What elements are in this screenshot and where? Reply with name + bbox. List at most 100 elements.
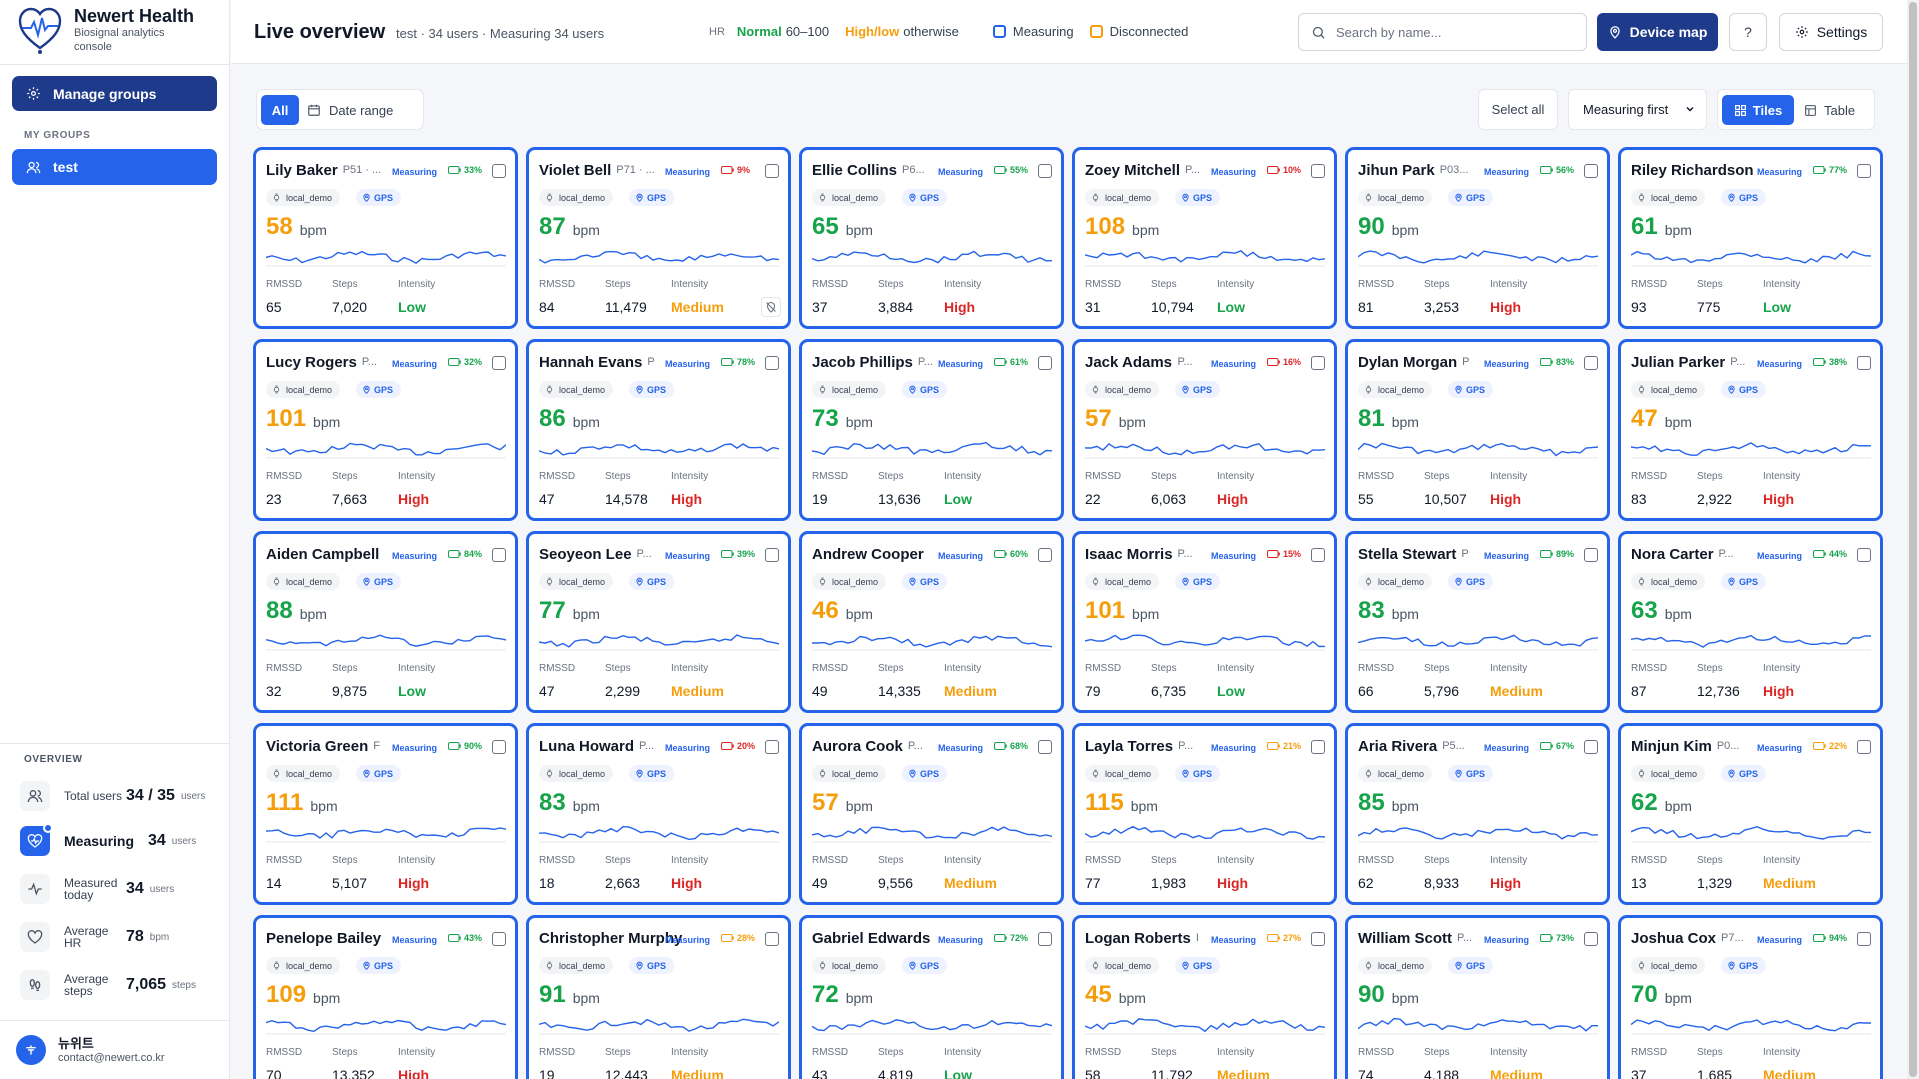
select-checkbox[interactable] (1038, 932, 1052, 946)
rmssd-label: RMSSD (812, 855, 849, 866)
user-card[interactable]: Andrew Cooper Measuring 60% local_demo GPS 46… (799, 531, 1064, 713)
settings-button[interactable]: Settings (1779, 13, 1883, 51)
heart-rate-value: 88 (266, 597, 293, 624)
battery-level: 60% (1010, 549, 1029, 559)
intensity-label: Intensity (1490, 471, 1528, 482)
search-input[interactable] (1336, 24, 1566, 40)
user-card[interactable]: Aiden Campbell Measuring 84% local_demo GPS 8… (253, 531, 518, 713)
user-card[interactable]: Luna Howard P... Measuring 20% local_demo GPS… (526, 723, 791, 905)
brand[interactable]: Newert Health Biosignal analytics consol… (16, 4, 194, 60)
user-card[interactable]: Nora Carter P... Measuring 44% local_demo GPS… (1618, 531, 1883, 713)
tiles-view-button[interactable]: Tiles (1722, 95, 1794, 125)
sort-select[interactable]: Measuring first (1568, 89, 1707, 130)
user-card[interactable]: Seoyeon Lee P... Measuring 39% local_demo GPS… (526, 531, 791, 713)
battery-level: 32% (464, 357, 483, 367)
select-checkbox[interactable] (1584, 356, 1598, 370)
user-card[interactable]: Ellie Collins P6... Measuring 55% local_demo… (799, 147, 1064, 329)
select-checkbox[interactable] (1857, 164, 1871, 178)
user-card[interactable]: Jack Adams P... Measuring 16% local_demo GPS 5… (1072, 339, 1337, 521)
gps-label: GPS (1466, 768, 1486, 779)
user-card[interactable]: Gabriel Edwards Measuring 72% local_demo GPS… (799, 915, 1064, 1079)
sparkline-container (265, 1014, 507, 1041)
sidebar-item-group-test[interactable]: test (12, 149, 217, 185)
select-checkbox[interactable] (492, 356, 506, 370)
watch-icon (273, 769, 280, 778)
select-checkbox[interactable] (1038, 740, 1052, 754)
overview-measuring: Measuring 34 users (20, 822, 220, 860)
user-card[interactable]: Christopher Murphy Measuring 28% local_demo… (526, 915, 791, 1079)
select-checkbox[interactable] (1584, 740, 1598, 754)
user-card[interactable]: Lucy Rogers P... Measuring 32% local_demo GPS… (253, 339, 518, 521)
user-card[interactable]: Aria Rivera P5... Measuring 67% local_demo GP… (1345, 723, 1610, 905)
user-card[interactable]: Isaac Morris P... Measuring 15% local_demo GP… (1072, 531, 1337, 713)
user-card[interactable]: Violet Bell P71 · ... Measuring 9% local_dem… (526, 147, 791, 329)
select-checkbox[interactable] (492, 548, 506, 562)
steps-value: 2,663 (605, 875, 641, 891)
battery-icon (994, 550, 1007, 558)
intensity-label: Intensity (1217, 279, 1255, 290)
date-range-button[interactable]: Date range (307, 95, 393, 125)
intensity-value: High (1490, 299, 1522, 315)
manage-groups-button[interactable]: Manage groups (12, 76, 217, 111)
steps-label: Steps (605, 855, 631, 866)
user-card[interactable]: Minjun Kim P0... Measuring 22% local_demo GPS… (1618, 723, 1883, 905)
select-checkbox[interactable] (1038, 548, 1052, 562)
steps-label: Steps (1697, 855, 1723, 866)
select-all-button[interactable]: Select all (1478, 89, 1558, 130)
user-card[interactable]: Lily Baker P51 · ... Measuring 33% local_dem… (253, 147, 518, 329)
select-checkbox[interactable] (1857, 356, 1871, 370)
select-checkbox[interactable] (492, 164, 506, 178)
select-checkbox[interactable] (1311, 740, 1325, 754)
select-checkbox[interactable] (765, 548, 779, 562)
filter-all-button[interactable]: All (261, 95, 299, 125)
user-card[interactable]: Dylan Morgan P Measuring 83% local_demo GPS 81… (1345, 339, 1610, 521)
page-scrollbar[interactable] (1907, 0, 1919, 1079)
select-checkbox[interactable] (1038, 164, 1052, 178)
select-checkbox[interactable] (1857, 740, 1871, 754)
select-checkbox[interactable] (1311, 932, 1325, 946)
user-card[interactable]: Joshua Cox P7... Measuring 94% local_demo GPS… (1618, 915, 1883, 1079)
select-checkbox[interactable] (1584, 164, 1598, 178)
select-checkbox[interactable] (1038, 356, 1052, 370)
user-card[interactable]: Stella Stewart P Measuring 89% local_demo GPS… (1345, 531, 1610, 713)
user-card[interactable]: Jihun Park P03... Measuring 56% local_demo GP… (1345, 147, 1610, 329)
user-card[interactable]: Aurora Cook P... Measuring 68% local_demo GPS… (799, 723, 1064, 905)
gps-tag: GPS (629, 573, 675, 590)
user-card[interactable]: Zoey Mitchell P... Measuring 10% local_demo G… (1072, 147, 1337, 329)
measuring-status: Measuring (1484, 743, 1530, 753)
select-checkbox[interactable] (1311, 356, 1325, 370)
user-card[interactable]: Victoria Green F Measuring 90% local_demo GPS… (253, 723, 518, 905)
scrollbar-thumb[interactable] (1909, 2, 1917, 1077)
hr-legend: HR Normal 60–100 High/low otherwise Meas… (709, 24, 1204, 39)
select-checkbox[interactable] (492, 740, 506, 754)
user-card[interactable]: Julian Parker P... Measuring 38% local_demo G… (1618, 339, 1883, 521)
select-checkbox[interactable] (1311, 548, 1325, 562)
device-map-button[interactable]: Device map (1597, 13, 1718, 51)
user-card[interactable]: Penelope Bailey Measuring 43% local_demo GPS… (253, 915, 518, 1079)
user-card[interactable]: Layla Torres P... Measuring 21% local_demo GP… (1072, 723, 1337, 905)
select-checkbox[interactable] (765, 356, 779, 370)
select-checkbox[interactable] (1857, 548, 1871, 562)
gps-label: GPS (1193, 384, 1213, 395)
user-card[interactable]: William Scott P... Measuring 73% local_demo G… (1345, 915, 1610, 1079)
user-card[interactable]: Riley Richardson Measuring 77% local_demo GP… (1618, 147, 1883, 329)
help-button[interactable]: ? (1729, 13, 1767, 51)
table-view-button[interactable]: Table (1804, 95, 1855, 125)
select-checkbox[interactable] (765, 164, 779, 178)
select-checkbox[interactable] (492, 932, 506, 946)
select-checkbox[interactable] (1584, 548, 1598, 562)
select-checkbox[interactable] (1584, 932, 1598, 946)
select-checkbox[interactable] (1311, 164, 1325, 178)
battery-level: 72% (1010, 933, 1029, 943)
select-checkbox[interactable] (765, 932, 779, 946)
select-checkbox[interactable] (1857, 932, 1871, 946)
select-checkbox[interactable] (765, 740, 779, 754)
user-card[interactable]: Jacob Phillips P... Measuring 61% local_demo… (799, 339, 1064, 521)
user-card[interactable]: Hannah Evans P Measuring 78% local_demo GPS 86… (526, 339, 791, 521)
user-card[interactable]: Logan Roberts I Measuring 27% local_demo GPS 4… (1072, 915, 1337, 1079)
steps-value: 7,663 (332, 491, 368, 507)
user-profile[interactable]: 뉴위트 contact@newert.co.kr (16, 1035, 165, 1065)
battery-indicator: 28% (721, 933, 755, 943)
rmssd-value: 37 (1631, 1067, 1647, 1079)
intensity-label: Intensity (944, 1047, 982, 1058)
